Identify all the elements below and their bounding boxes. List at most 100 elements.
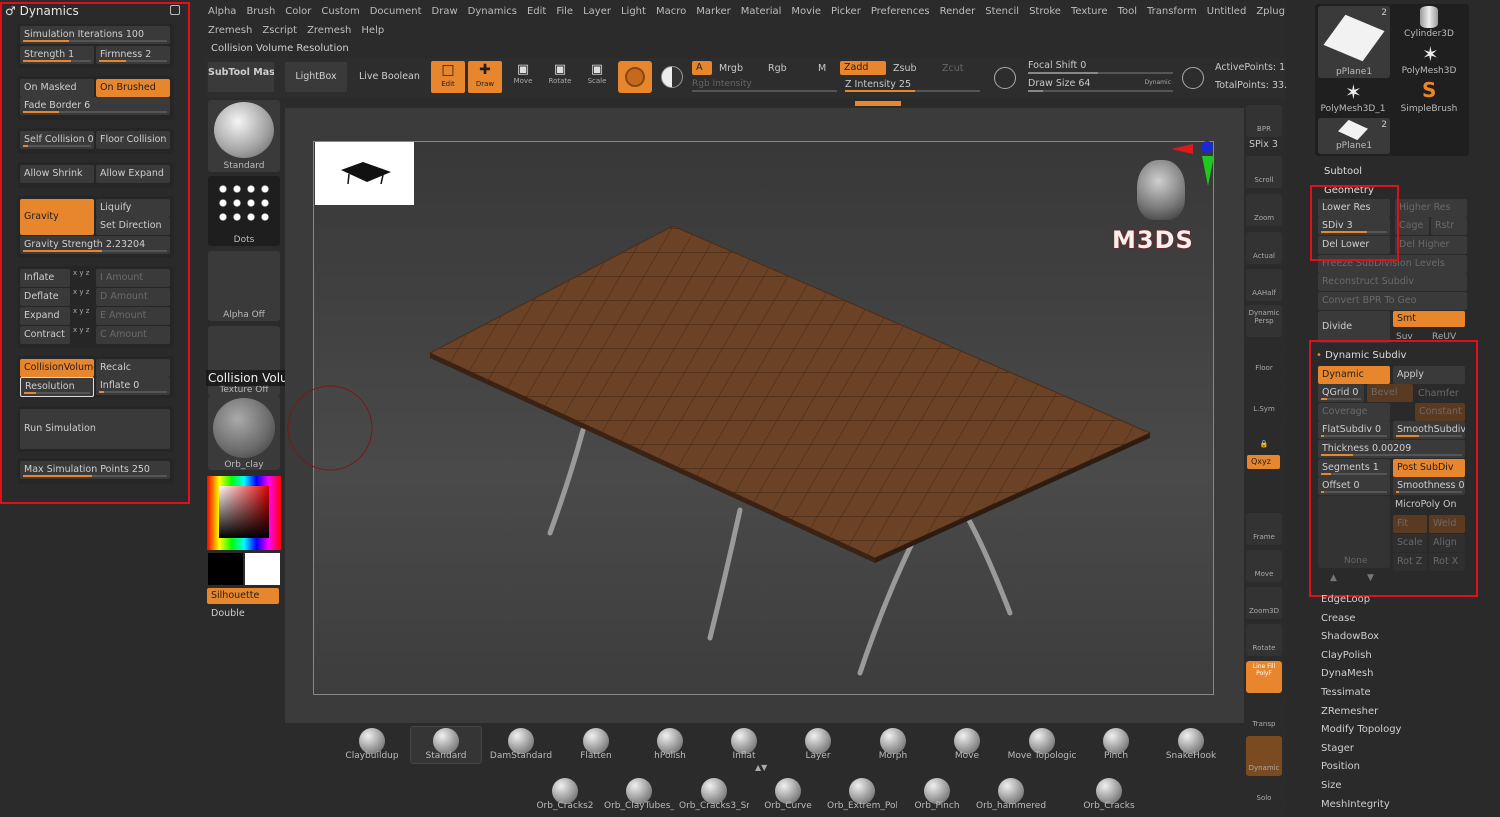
simplebrush-thumb[interactable]: S SimpleBrush bbox=[1394, 78, 1466, 116]
solo-button[interactable]: Solo bbox=[1246, 778, 1282, 806]
double-button[interactable]: Double bbox=[207, 606, 279, 622]
brush-label[interactable]: Orb_hammeredl bbox=[976, 801, 1046, 811]
subtool-menu-item[interactable]: MeshIntegrity bbox=[1321, 799, 1390, 810]
brush-label[interactable]: Orb_Extrem_Poli bbox=[827, 801, 897, 811]
menu-item[interactable]: Picker bbox=[831, 6, 861, 17]
menu-item[interactable]: Macro bbox=[656, 6, 686, 17]
del-higher-button[interactable]: Del Higher bbox=[1395, 236, 1467, 254]
rotate-view-button[interactable]: Rotate bbox=[1246, 624, 1282, 656]
texture-swatch[interactable] bbox=[657, 62, 687, 92]
subtool-menu-item[interactable]: Size bbox=[1321, 780, 1342, 791]
menu-item[interactable]: Dynamics bbox=[468, 6, 517, 17]
menu-item[interactable]: Color bbox=[285, 6, 311, 17]
rgb-button[interactable]: Rgb bbox=[768, 63, 787, 74]
brush-label[interactable]: Morph bbox=[858, 751, 928, 761]
dynamic-label[interactable]: Dynamic bbox=[1145, 79, 1171, 86]
cage-button[interactable]: Cage bbox=[1395, 217, 1429, 235]
subtool-master-button[interactable]: SubTool Master bbox=[208, 62, 274, 92]
brush-label[interactable]: Move Topologic bbox=[1007, 751, 1077, 761]
menu-item[interactable]: Preferences bbox=[871, 6, 930, 17]
table-model[interactable] bbox=[285, 108, 1245, 723]
silhouette-button[interactable]: Silhouette bbox=[207, 588, 279, 604]
brush-label[interactable]: Orb_Pinch bbox=[902, 801, 972, 811]
brush-label[interactable]: Pinch bbox=[1081, 751, 1151, 761]
zoom-button[interactable]: Zoom bbox=[1246, 194, 1282, 226]
polymesh1-thumb[interactable]: ✶ PolyMesh3D_1 bbox=[1318, 80, 1390, 116]
pplane1-thumb[interactable]: 2 pPlane1 bbox=[1318, 6, 1390, 78]
subtool-menu-item[interactable]: Position bbox=[1321, 761, 1360, 772]
menu-item[interactable]: Stroke bbox=[1029, 6, 1061, 17]
transp-button[interactable]: Transp bbox=[1246, 700, 1282, 732]
lsym-button[interactable]: L.Sym bbox=[1246, 385, 1282, 417]
brush-label[interactable]: Orb_Cracks3_Sm bbox=[679, 801, 749, 811]
z-intensity-slider[interactable]: Z Intensity 25 bbox=[845, 79, 980, 93]
xyz-button[interactable]: Qxyz bbox=[1247, 455, 1280, 469]
subtool-menu-item[interactable]: DynaMesh bbox=[1321, 668, 1373, 679]
subtool-menu-item[interactable]: Crease bbox=[1321, 613, 1356, 624]
menu-item[interactable]: Zremesh bbox=[208, 25, 252, 36]
draw-size-icon[interactable] bbox=[1182, 67, 1204, 89]
actual-button[interactable]: Actual bbox=[1246, 232, 1282, 264]
subtool-menu-item[interactable]: EdgeLoop bbox=[1321, 594, 1370, 605]
subtool-menu-item[interactable]: Tessimate bbox=[1321, 687, 1371, 698]
rstr-button[interactable]: Rstr bbox=[1431, 217, 1467, 235]
menu-item[interactable]: Zremesh bbox=[307, 25, 351, 36]
bpr-button[interactable]: BPR bbox=[1246, 105, 1282, 137]
brush-label[interactable]: Claybuildup bbox=[337, 751, 407, 761]
menu-item[interactable]: Marker bbox=[696, 6, 731, 17]
color-picker[interactable] bbox=[207, 476, 281, 550]
menu-item[interactable]: Render bbox=[940, 6, 976, 17]
dots-stroke-thumb[interactable]: Dots bbox=[208, 176, 280, 246]
menu-item[interactable]: Layer bbox=[583, 6, 611, 17]
m-button[interactable]: M bbox=[818, 63, 826, 74]
rgb-intensity-slider[interactable]: Rgb Intensity bbox=[692, 79, 837, 93]
primary-color-swatch[interactable] bbox=[208, 553, 243, 585]
divide-button[interactable]: Divide bbox=[1318, 311, 1390, 343]
material-thumb[interactable]: Orb_clay bbox=[208, 396, 280, 470]
menu-item[interactable]: Light bbox=[621, 6, 646, 17]
menu-item[interactable]: Help bbox=[361, 25, 384, 36]
subtool-menu-item[interactable]: ClayPolish bbox=[1321, 650, 1372, 661]
smt-button[interactable]: Smt bbox=[1393, 311, 1465, 327]
menu-item[interactable]: Edit bbox=[527, 6, 546, 17]
menu-item[interactable]: Movie bbox=[791, 6, 821, 17]
higher-res-button[interactable]: Higher Res bbox=[1395, 199, 1467, 217]
focal-shift-icon[interactable] bbox=[994, 67, 1016, 89]
subtool-menu-item[interactable]: Stager bbox=[1321, 743, 1354, 754]
a-button[interactable]: A bbox=[692, 61, 712, 75]
subtool-menu-item[interactable]: ZRemesher bbox=[1321, 706, 1378, 717]
menu-item[interactable]: Zscript bbox=[262, 25, 297, 36]
secondary-color-swatch[interactable] bbox=[245, 553, 280, 585]
brush-label[interactable]: Orb_Curve bbox=[753, 801, 823, 811]
brush-label[interactable]: Orb_Cracks2 bbox=[530, 801, 600, 811]
move-button[interactable]: ▣ Move bbox=[508, 62, 538, 92]
live-boolean-button[interactable]: Live Boolean bbox=[359, 71, 420, 82]
aahalf-button[interactable]: AAHalf bbox=[1246, 269, 1282, 301]
polyf-button[interactable]: Line Fill PolyF bbox=[1246, 661, 1282, 693]
scale-button[interactable]: ▣ Scale bbox=[582, 62, 612, 92]
zoom3d-button[interactable]: Zoom3D bbox=[1246, 587, 1282, 619]
zcut-button[interactable]: Zcut bbox=[942, 63, 963, 74]
brush-label[interactable]: Orb_ClayTubes_! bbox=[604, 801, 674, 811]
subtool-header[interactable]: Subtool bbox=[1324, 166, 1362, 177]
focal-shift-slider[interactable]: Focal Shift 0 bbox=[1028, 60, 1173, 74]
menu-item[interactable]: Draw bbox=[432, 6, 458, 17]
zsub-button[interactable]: Zsub bbox=[893, 63, 917, 74]
draw-size-slider[interactable]: Draw Size 64 Dynamic bbox=[1028, 78, 1173, 92]
rotate-button[interactable]: ▣ Rotate bbox=[545, 62, 575, 92]
floor-button[interactable]: Floor bbox=[1246, 344, 1282, 376]
viewport[interactable]: M3DS bbox=[285, 108, 1245, 723]
shelf-expand-icon[interactable]: ▲▼ bbox=[755, 763, 767, 772]
orientation-head-icon[interactable] bbox=[1137, 160, 1185, 220]
convert-bpr-button[interactable]: Convert BPR To Geo bbox=[1318, 292, 1467, 310]
draw-button[interactable]: ✚ Draw bbox=[468, 61, 502, 93]
subtool-menu-item[interactable]: ShadowBox bbox=[1321, 631, 1379, 642]
menu-item[interactable]: Untitled bbox=[1207, 6, 1247, 17]
subtool-menu-item[interactable]: Modify Topology bbox=[1321, 724, 1401, 735]
brush-label[interactable]: SnakeHook bbox=[1156, 751, 1226, 761]
brush-label[interactable]: DamStandard bbox=[486, 751, 556, 761]
polymesh-thumb[interactable]: ✶ PolyMesh3D bbox=[1394, 42, 1466, 78]
menu-item[interactable]: Texture bbox=[1071, 6, 1108, 17]
brush-label[interactable]: Orb_Cracks bbox=[1074, 801, 1144, 811]
pplane1b-thumb[interactable]: 2 pPlane1 bbox=[1318, 118, 1390, 154]
